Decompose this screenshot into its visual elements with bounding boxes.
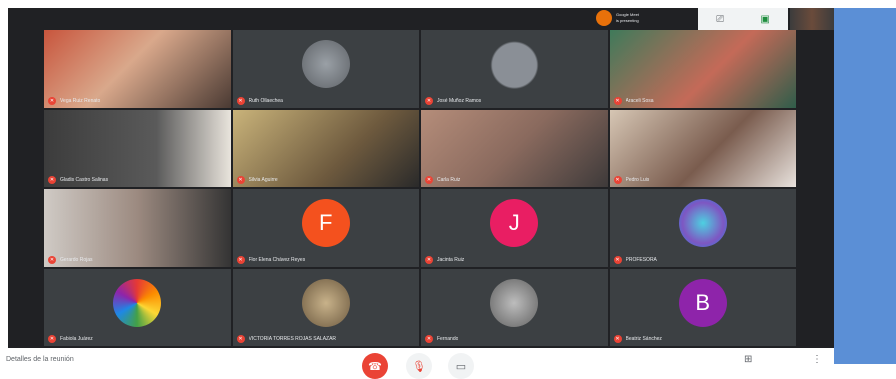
mic-muted-icon: ✕ — [613, 176, 622, 184]
participant-tile[interactable]: ✕ Gerardo Rojas — [44, 189, 231, 267]
mic-muted-icon: ✕ — [425, 176, 433, 184]
top-bar: Google Meet is presenting ⎚ ▣ — [8, 8, 834, 30]
name-bar: ✕ Gladis Castro Salinas — [48, 176, 108, 184]
cc-icon[interactable]: ⎚ — [716, 14, 724, 25]
mic-muted-icon: ✕ — [613, 96, 622, 105]
mic-muted-icon: ✕ — [236, 96, 245, 105]
mic-muted-icon: ✕ — [236, 176, 245, 184]
presenter-text: Google Meet is presenting — [616, 12, 676, 24]
participant-name: Gerardo Rojas — [60, 256, 93, 263]
mic-muted-icon: ✕ — [48, 96, 56, 105]
name-bar: ✕ PROFESORA — [613, 255, 657, 264]
mic-muted-icon: ✕ — [48, 335, 56, 343]
name-bar: ✕ Flor Elena Chávez Reyes — [236, 255, 306, 264]
participant-name: Jacinta Ruiz — [437, 256, 465, 263]
participant-photo — [113, 278, 162, 327]
mic-muted-icon: ✕ — [425, 255, 433, 264]
participant-tile[interactable]: ✕ Ruth Ollaechea — [232, 30, 419, 108]
participant-tile[interactable]: J ✕ Jacinta Ruiz — [421, 189, 608, 267]
participant-photo — [490, 278, 539, 327]
presenter-line2: is presenting — [616, 18, 639, 23]
participant-tile[interactable]: ✕ Pedro Luis — [609, 109, 796, 187]
presenter-chip[interactable]: Google Meet is presenting — [596, 10, 676, 26]
participant-name: PROFESORA — [625, 256, 657, 263]
presenter-line1: Google Meet — [616, 12, 639, 17]
name-bar: ✕ Gerardo Rojas — [48, 255, 93, 264]
mic-muted-icon: ✕ — [425, 335, 433, 343]
participant-name: José Muñoz Ramos — [437, 97, 482, 104]
participant-tile[interactable]: F ✕ Flor Elena Chávez Reyes — [232, 189, 419, 267]
mic-muted-icon: ✕ — [613, 255, 622, 264]
camera-icon[interactable]: ▭ — [448, 353, 474, 379]
participant-name: Fernando — [437, 336, 459, 342]
participant-photo — [678, 199, 727, 248]
name-bar: ✕ Jacinta Ruiz — [425, 255, 465, 264]
participant-tile[interactable]: ✕ Carla Ruiz — [421, 109, 608, 187]
call-end-icon[interactable]: ☎ — [362, 353, 388, 379]
participant-name: VICTORIA TORRES ROJAS SALAZAR — [248, 336, 337, 342]
name-bar: ✕ José Muñoz Ramos — [425, 96, 482, 105]
participant-avatar: B — [678, 278, 727, 327]
participant-tile[interactable]: ✕ Fernando — [421, 268, 608, 346]
screenshot: Google Meet is presenting ⎚ ▣ ✕ Vega Ruiz… — [0, 0, 896, 379]
bottom-bar: Detalles de la reunión ☎ 🎙 ▭ ⊞ ⋮ — [0, 348, 834, 379]
mic-off-icon[interactable]: 🎙 — [406, 353, 432, 379]
participant-tile[interactable]: ✕ Vega Ruiz Renato — [44, 30, 231, 108]
participant-name: Flor Elena Chávez Reyes — [248, 256, 306, 263]
presenter-avatar — [596, 10, 612, 26]
participant-name: Carla Ruiz — [437, 177, 461, 183]
participant-grid: ✕ Vega Ruiz Renato ✕ Ruth Ollaechea ✕ José Mu… — [44, 30, 796, 346]
participant-avatar: F — [301, 199, 350, 248]
mic-muted-icon: ✕ — [48, 255, 56, 264]
participant-name: Vega Ruiz Renato — [60, 97, 101, 104]
side-panel — [834, 8, 896, 364]
name-bar: ✕ Ruth Ollaechea — [236, 96, 283, 105]
present-icon[interactable]: ▣ — [760, 14, 769, 25]
meeting-details-link[interactable]: Detalles de la reunión — [6, 356, 74, 363]
participant-name: Ruth Ollaechea — [248, 97, 283, 104]
participant-name: Pedro Luis — [625, 177, 650, 183]
participant-name: Beatriz Sánchez — [625, 336, 662, 342]
participant-tile[interactable]: B ✕ Beatriz Sánchez — [609, 268, 796, 346]
more-options-icon[interactable]: ⋮ — [812, 354, 822, 365]
mic-muted-icon: ✕ — [613, 335, 622, 343]
participant-name: Fabiola Juárez — [60, 336, 93, 342]
activities-icon[interactable]: ⊞ — [744, 354, 752, 365]
name-bar: ✕ Carla Ruiz — [425, 176, 460, 184]
name-bar: ✕ Araceli Sosa — [613, 96, 654, 105]
mic-muted-icon: ✕ — [236, 255, 245, 264]
name-bar: ✕ Fernando — [425, 335, 458, 343]
participant-tile[interactable]: ✕ Fabiola Juárez — [44, 268, 231, 346]
name-bar: ✕ Silvia Aguirre — [236, 176, 278, 184]
participant-tile[interactable]: ✕ VICTORIA TORRES ROJAS SALAZAR — [232, 268, 419, 346]
participant-photo — [301, 40, 350, 89]
name-bar: ✕ Vega Ruiz Renato — [48, 96, 101, 105]
name-bar: ✕ VICTORIA TORRES ROJAS SALAZAR — [236, 335, 337, 343]
participant-tile[interactable]: ✕ PROFESORA — [609, 189, 796, 267]
mic-muted-icon: ✕ — [425, 96, 433, 105]
name-bar: ✕ Fabiola Juárez — [48, 335, 93, 343]
participant-tile[interactable]: ✕ José Muñoz Ramos — [421, 30, 608, 108]
name-bar: ✕ Pedro Luis — [613, 176, 650, 184]
participant-name: Araceli Sosa — [625, 97, 654, 104]
participant-name: Silvia Aguirre — [248, 177, 278, 183]
meet-window: Google Meet is presenting ⎚ ▣ ✕ Vega Ruiz… — [8, 8, 834, 348]
participant-tile[interactable]: ✕ Gladis Castro Salinas — [44, 109, 231, 187]
mic-muted-icon: ✕ — [48, 176, 56, 184]
name-bar: ✕ Beatriz Sánchez — [613, 335, 662, 343]
self-view-thumbnail[interactable] — [790, 8, 834, 30]
participant-name: Gladis Castro Salinas — [60, 177, 109, 183]
mic-muted-icon: ✕ — [236, 335, 245, 343]
participant-tile[interactable]: ✕ Araceli Sosa — [609, 30, 796, 108]
participant-tile[interactable]: ✕ Silvia Aguirre — [232, 109, 419, 187]
participant-photo — [301, 278, 350, 327]
participant-avatar: J — [490, 199, 539, 248]
top-buttons: ⎚ ▣ — [698, 8, 788, 30]
